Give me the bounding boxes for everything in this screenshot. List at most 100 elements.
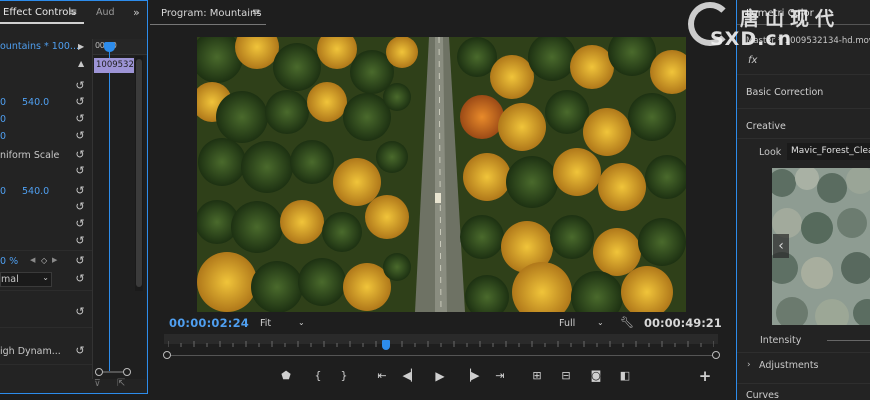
anchor-x-value[interactable]: 0 — [0, 186, 6, 197]
wrench-icon[interactable]: 🔧︎ — [620, 316, 634, 329]
position-x-value[interactable]: 0 — [0, 97, 6, 108]
effect-controls-panel: Effect Controls ≡ Aud » ountains * 100..… — [0, 0, 148, 394]
mini-clip[interactable]: 1009532 — [94, 58, 134, 73]
look-select[interactable]: Mavic_Forest_Clean — [787, 143, 870, 160]
master-clip-label[interactable]: Master * 1009532134-hd.mov — [746, 36, 870, 46]
previous-look-arrow-icon[interactable]: ‹ — [773, 234, 789, 258]
intensity-slider[interactable] — [827, 340, 870, 341]
scroll-up-icon[interactable]: ▲ — [78, 59, 84, 68]
add-marker-icon[interactable]: ⬟ — [277, 367, 295, 385]
reset-icon[interactable]: ↺ — [74, 113, 86, 125]
go-to-out-icon[interactable]: ⇥ — [491, 367, 509, 385]
section-curves[interactable]: Curves — [746, 390, 779, 400]
time-ruler-ticks — [168, 341, 714, 347]
section-creative[interactable]: Creative — [746, 121, 786, 132]
add-button-icon[interactable]: + — [696, 367, 714, 385]
blend-mode-row: mal ⌄ ↺ — [0, 272, 92, 288]
next-keyframe-icon[interactable]: ▶ — [52, 256, 57, 264]
reset-icon[interactable]: ↺ — [74, 130, 86, 142]
uniform-scale-label: niform Scale — [0, 150, 60, 161]
blend-mode-select[interactable]: mal ⌄ — [0, 272, 52, 287]
position-y-value[interactable]: 540.0 — [22, 97, 49, 108]
zoom-handle-left[interactable] — [95, 368, 103, 376]
tab-audio[interactable]: Aud — [96, 7, 115, 18]
divider — [737, 138, 870, 139]
mini-playhead-line — [109, 43, 110, 373]
effect-controls-tabs: Effect Controls ≡ Aud » — [0, 5, 148, 25]
opacity-row: 0 % ◀ ◇ ▶ ↺ — [0, 254, 92, 270]
reset-icon[interactable]: ↺ — [74, 306, 86, 318]
section-basic-correction[interactable]: Basic Correction — [746, 87, 823, 98]
zoom-handle-right[interactable] — [123, 368, 131, 376]
tab-effect-controls[interactable]: Effect Controls — [3, 7, 76, 18]
reset-icon[interactable]: ↺ — [74, 80, 86, 92]
play-triangle-icon[interactable]: ▶ — [78, 42, 84, 51]
mini-playhead[interactable] — [104, 42, 115, 52]
hamburger-icon[interactable]: ≡ — [252, 7, 260, 18]
mini-timeline-ruler[interactable]: 00:00 — [93, 39, 147, 55]
reset-icon[interactable]: ↺ — [74, 218, 86, 230]
chevron-down-icon[interactable]: ⌄ — [597, 318, 604, 327]
add-keyframe-icon[interactable]: ◇ — [41, 256, 47, 265]
reset-icon[interactable]: ↺ — [74, 201, 86, 213]
reset-icon[interactable]: ↺ — [74, 149, 86, 161]
reset-icon[interactable]: ↺ — [74, 96, 86, 108]
param-value[interactable]: 0 — [0, 114, 6, 125]
export-icon[interactable]: ⇱ — [117, 378, 125, 389]
opacity-value[interactable]: 0 % — [0, 256, 18, 267]
chevron-down-icon: ⌄ — [42, 273, 49, 282]
active-tab-underline — [0, 22, 84, 24]
current-timecode[interactable]: 00:00:02:24 — [169, 316, 249, 330]
step-back-icon[interactable]: ◀▏ — [402, 367, 420, 385]
program-monitor-title[interactable]: Program: Mountains — [161, 8, 262, 19]
tab-underline — [737, 24, 870, 25]
reset-icon[interactable]: ↺ — [74, 273, 86, 285]
position-row: 0 540.0 ↺ — [0, 95, 92, 111]
extract-icon[interactable]: ⊟ — [557, 367, 575, 385]
filter-icon[interactable]: ⊽ — [94, 379, 101, 389]
hdr-row: igh Dynam... ↺ — [0, 344, 92, 360]
hdr-label: igh Dynam... — [0, 346, 61, 357]
reset-icon[interactable]: ↺ — [74, 235, 86, 247]
fx-icon[interactable]: fx — [748, 55, 757, 66]
intensity-label: Intensity — [760, 335, 802, 346]
reset-icon[interactable]: ↺ — [74, 185, 86, 197]
time-ruler[interactable] — [163, 334, 720, 359]
anchor-row: 0 540.0 ↺ — [0, 184, 92, 200]
comparison-view-icon[interactable]: ◧ — [616, 367, 634, 385]
mark-in-icon[interactable]: { — [309, 367, 327, 385]
reset-icon[interactable]: ↺ — [74, 255, 86, 267]
reset-icon[interactable]: ↺ — [74, 165, 86, 177]
section-adjustments[interactable]: Adjustments — [759, 360, 819, 371]
scrollbar-thumb[interactable] — [136, 59, 142, 287]
play-icon[interactable]: ▶ — [431, 367, 449, 385]
zoom-handle-right[interactable] — [712, 351, 720, 359]
chevron-right-icon[interactable]: › — [747, 360, 751, 370]
divider — [737, 74, 870, 75]
param-value[interactable]: 0 — [0, 131, 6, 142]
zoom-scrollbar[interactable] — [103, 371, 123, 373]
anchor-y-value[interactable]: 540.0 — [22, 186, 49, 197]
param-row: ↺ — [0, 217, 92, 233]
lift-icon[interactable]: ⊞ — [528, 367, 546, 385]
double-chevron-right-icon[interactable]: » — [133, 6, 140, 19]
hamburger-icon[interactable]: ≡ — [69, 7, 77, 18]
param-row: ↺ — [0, 79, 92, 95]
tab-lumetri-color[interactable]: Lumetri Color — [746, 8, 814, 19]
param-row: ↺ — [0, 164, 92, 180]
export-frame-icon[interactable]: ◙ — [587, 367, 605, 385]
previous-keyframe-icon[interactable]: ◀ — [30, 256, 35, 264]
lumetri-color-panel: Lumetri Color Master * 1009532134-hd.mov… — [736, 0, 870, 400]
divider — [0, 327, 92, 328]
reset-icon[interactable]: ↺ — [74, 345, 86, 357]
resolution-select[interactable]: Full — [559, 318, 575, 329]
look-label: Look — [759, 147, 782, 158]
go-to-in-icon[interactable]: ⇤ — [373, 367, 391, 385]
zoom-handle-left[interactable] — [163, 351, 171, 359]
mark-out-icon[interactable]: } — [335, 367, 353, 385]
zoom-scrollbar[interactable] — [168, 355, 714, 356]
zoom-select[interactable]: Fit — [260, 318, 271, 329]
step-forward-icon[interactable]: ▕▶ — [462, 367, 480, 385]
video-frame[interactable] — [197, 37, 686, 312]
chevron-down-icon[interactable]: ⌄ — [298, 318, 305, 327]
